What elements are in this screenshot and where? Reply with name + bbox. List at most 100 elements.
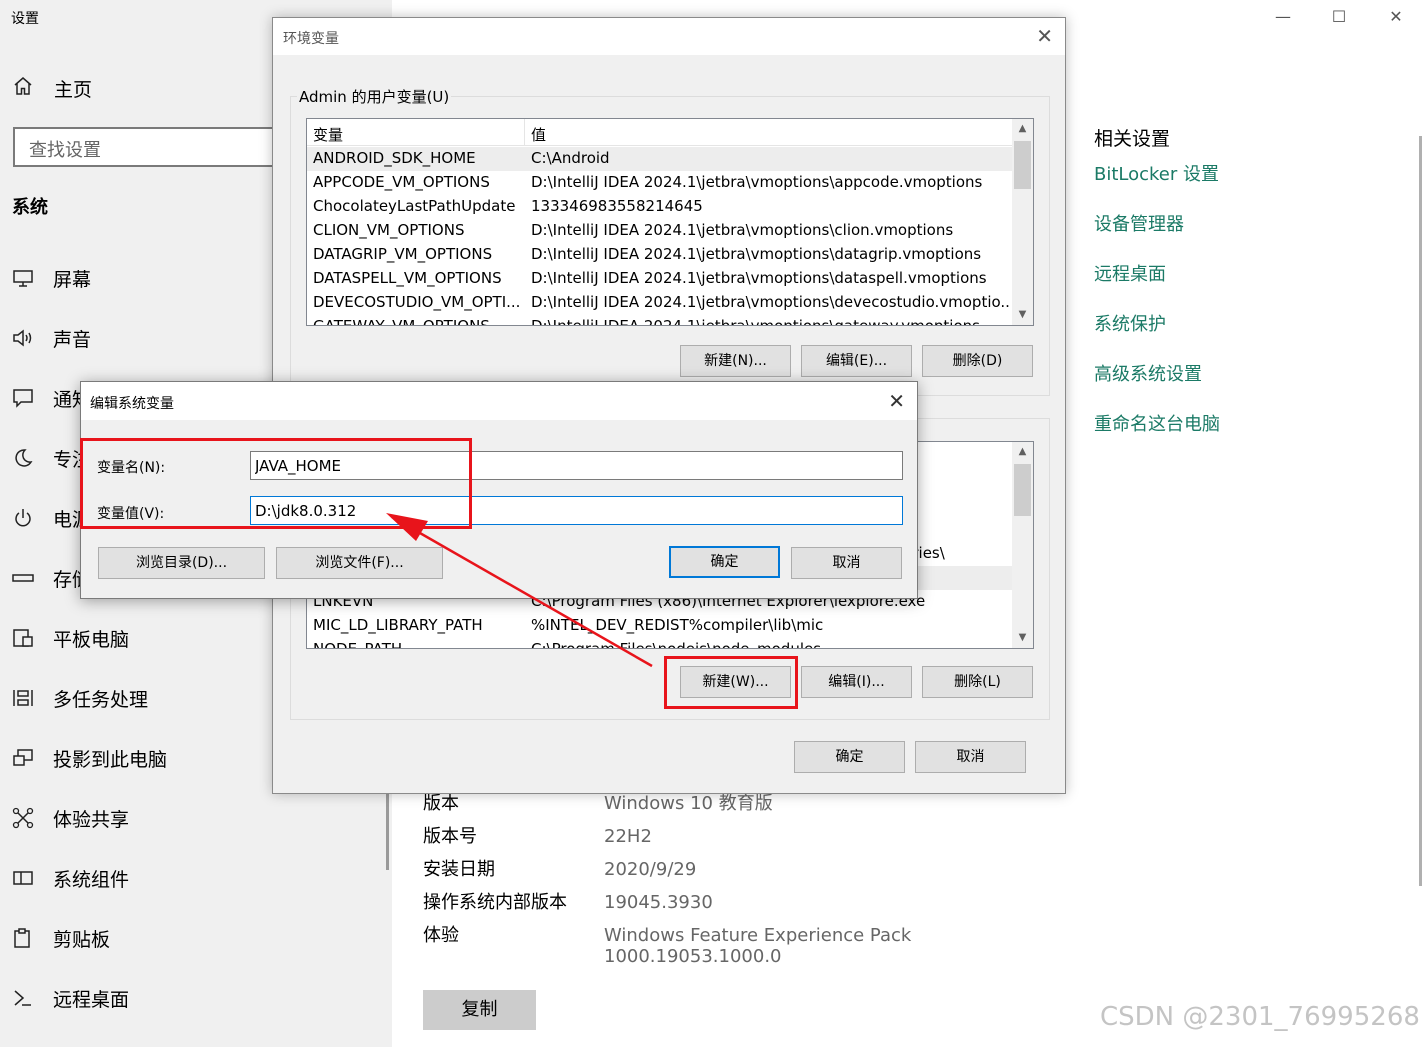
project-icon — [12, 747, 34, 769]
var-name: GATEWAY_VM_OPTIONS — [313, 317, 490, 326]
browse-file-button[interactable]: 浏览文件(F)... — [276, 547, 443, 579]
search-input[interactable]: 查找设置 — [13, 127, 313, 167]
nav-item-clipboard[interactable]: 剪贴板 — [12, 924, 110, 952]
table-row[interactable]: DEVECOSTUDIO_VM_OPTI... D:\IntelliJ IDEA … — [307, 291, 1012, 315]
user-edit-button[interactable]: 编辑(E)... — [801, 345, 912, 377]
link-remote-desktop[interactable]: 远程桌面 — [1094, 263, 1220, 313]
var-value: D:\IntelliJ IDEA 2024.1\jetbra\vmoptions… — [531, 173, 983, 191]
list-scrollbar[interactable]: ▲ ▼ — [1012, 119, 1033, 325]
nav-item-label: 平板电脑 — [53, 628, 130, 651]
var-value: D:\IntelliJ IDEA 2024.1\jetbra\vmoptions… — [531, 221, 954, 239]
maximize-button[interactable]: ☐ — [1326, 4, 1352, 30]
list-header: 变量 值 — [307, 119, 1012, 146]
user-delete-button[interactable]: 删除(D) — [922, 345, 1033, 377]
ok-button[interactable]: 确定 — [669, 546, 780, 578]
ok-button[interactable]: 确定 — [794, 741, 905, 773]
close-icon[interactable]: ✕ — [1036, 24, 1053, 48]
scroll-down-icon[interactable]: ▼ — [1012, 628, 1033, 648]
table-row[interactable]: ANDROID_SDK_HOME C:\Android — [307, 147, 1012, 171]
var-value: D:\IntelliJ IDEA 2024.1\jetbra\vmoptions… — [531, 317, 980, 326]
var-name: MIC_LD_LIBRARY_PATH — [313, 616, 483, 634]
spec-row: 版本号 22H2 — [423, 820, 911, 853]
home-icon — [12, 75, 34, 101]
nav-item-label: 投影到此电脑 — [53, 748, 168, 771]
system-edit-button[interactable]: 编辑(I)... — [801, 666, 912, 698]
table-row[interactable]: APPCODE_VM_OPTIONS D:\IntelliJ IDEA 2024.… — [307, 171, 1012, 195]
table-row[interactable]: NODE_PATH C:\Program Files\nodejs\node_mo… — [307, 638, 1012, 648]
nav-item-display[interactable]: 屏幕 — [12, 264, 91, 292]
table-row[interactable]: CLION_VM_OPTIONS D:\IntelliJ IDEA 2024.1\… — [307, 219, 1012, 243]
table-row[interactable]: ChocolateyLastPathUpdate 1333469835582146… — [307, 195, 1012, 219]
user-new-button[interactable]: 新建(N)... — [680, 345, 791, 377]
link-system-protection[interactable]: 系统保护 — [1094, 313, 1220, 363]
multitask-icon — [12, 687, 34, 709]
browse-directory-button[interactable]: 浏览目录(D)... — [98, 547, 265, 579]
nav-item-remote-desktop[interactable]: 远程桌面 — [12, 984, 129, 1012]
clipboard-icon — [12, 927, 34, 949]
spec-value: 2020/9/29 — [604, 859, 697, 880]
highlight-box-new-button — [664, 656, 798, 709]
copy-button[interactable]: 复制 — [423, 990, 536, 1030]
dialog-titlebar[interactable]: 环境变量 ✕ — [273, 18, 1065, 55]
highlight-box-fields — [80, 438, 472, 529]
table-row[interactable]: MIC_LD_LIBRARY_PATH %INTEL_DEV_REDIST%com… — [307, 614, 1012, 638]
nav-item-multitasking[interactable]: 多任务处理 — [12, 684, 148, 712]
var-name: DATAGRIP_VM_OPTIONS — [313, 245, 493, 263]
content-scrollbar[interactable] — [1419, 136, 1422, 886]
var-value: D:\IntelliJ IDEA 2024.1\jetbra\vmoptions… — [531, 245, 982, 263]
link-bitlocker[interactable]: BitLocker 设置 — [1094, 163, 1220, 213]
nav-item-project[interactable]: 投影到此电脑 — [12, 744, 167, 772]
cancel-button[interactable]: 取消 — [915, 741, 1026, 773]
nav-item-tablet[interactable]: 平板电脑 — [12, 624, 129, 652]
link-device-manager[interactable]: 设备管理器 — [1094, 213, 1220, 263]
cancel-button[interactable]: 取消 — [791, 547, 902, 579]
link-rename-pc[interactable]: 重命名这台电脑 — [1094, 413, 1220, 463]
storage-icon — [12, 567, 34, 589]
table-row[interactable]: DATASPELL_VM_OPTIONS D:\IntelliJ IDEA 202… — [307, 267, 1012, 291]
scroll-up-icon[interactable]: ▲ — [1012, 119, 1033, 139]
spec-value: 19045.3930 — [604, 892, 713, 913]
var-name: APPCODE_VM_OPTIONS — [313, 173, 490, 191]
nav-item-label: 多任务处理 — [53, 688, 149, 711]
close-button[interactable]: ✕ — [1383, 4, 1409, 30]
var-value: %INTEL_DEV_REDIST%compiler\lib\mic — [531, 616, 824, 634]
nav-home[interactable]: 主页 — [12, 75, 93, 101]
dialog-titlebar[interactable]: 编辑系统变量 ✕ — [81, 382, 917, 420]
spec-key: 操作系统内部版本 — [423, 892, 567, 913]
related-settings-title: 相关设置 — [1094, 128, 1171, 150]
scroll-thumb[interactable] — [1014, 464, 1031, 516]
spec-value: 22H2 — [604, 826, 652, 847]
var-name: ANDROID_SDK_HOME — [313, 149, 476, 167]
search-placeholder: 查找设置 — [29, 140, 101, 161]
var-value: D:\IntelliJ IDEA 2024.1\jetbra\vmoptions… — [531, 269, 987, 287]
dialog-title: 编辑系统变量 — [90, 396, 174, 412]
var-value: D:\IntelliJ IDEA 2024.1\jetbra\vmoptions… — [531, 293, 1009, 311]
table-row[interactable]: DATAGRIP_VM_OPTIONS D:\IntelliJ IDEA 2024… — [307, 243, 1012, 267]
nav-item-label: 系统组件 — [53, 868, 130, 891]
spec-key: 版本号 — [423, 826, 477, 847]
nav-item-shared-experiences[interactable]: 体验共享 — [12, 804, 129, 832]
system-delete-button[interactable]: 删除(L) — [922, 666, 1033, 698]
nav-home-label: 主页 — [54, 78, 93, 101]
user-variables-list[interactable]: 变量 值 ANDROID_SDK_HOME C:\Android APPCODE_… — [306, 118, 1034, 326]
scroll-up-icon[interactable]: ▲ — [1012, 442, 1033, 462]
link-advanced-system-settings[interactable]: 高级系统设置 — [1094, 363, 1220, 413]
scroll-down-icon[interactable]: ▼ — [1012, 305, 1033, 325]
minimize-button[interactable]: — — [1270, 4, 1296, 30]
share-icon — [12, 807, 34, 829]
close-icon[interactable]: ✕ — [888, 389, 905, 413]
spec-key: 安装日期 — [423, 859, 495, 880]
column-divider[interactable] — [524, 119, 525, 146]
column-header-value[interactable]: 值 — [531, 124, 546, 145]
scroll-thumb[interactable] — [1014, 141, 1031, 189]
notification-icon — [12, 387, 34, 409]
list-scrollbar[interactable]: ▲ ▼ — [1012, 442, 1033, 648]
tablet-icon — [12, 627, 34, 649]
column-header-variable[interactable]: 变量 — [313, 124, 343, 145]
var-name: DEVECOSTUDIO_VM_OPTI... — [313, 293, 519, 311]
moon-icon — [12, 447, 34, 469]
var-value: 133346983558214645 — [531, 197, 703, 215]
table-row[interactable]: GATEWAY_VM_OPTIONS D:\IntelliJ IDEA 2024.… — [307, 315, 1012, 326]
nav-item-sound[interactable]: 声音 — [12, 324, 91, 352]
nav-item-system-components[interactable]: 系统组件 — [12, 864, 129, 892]
